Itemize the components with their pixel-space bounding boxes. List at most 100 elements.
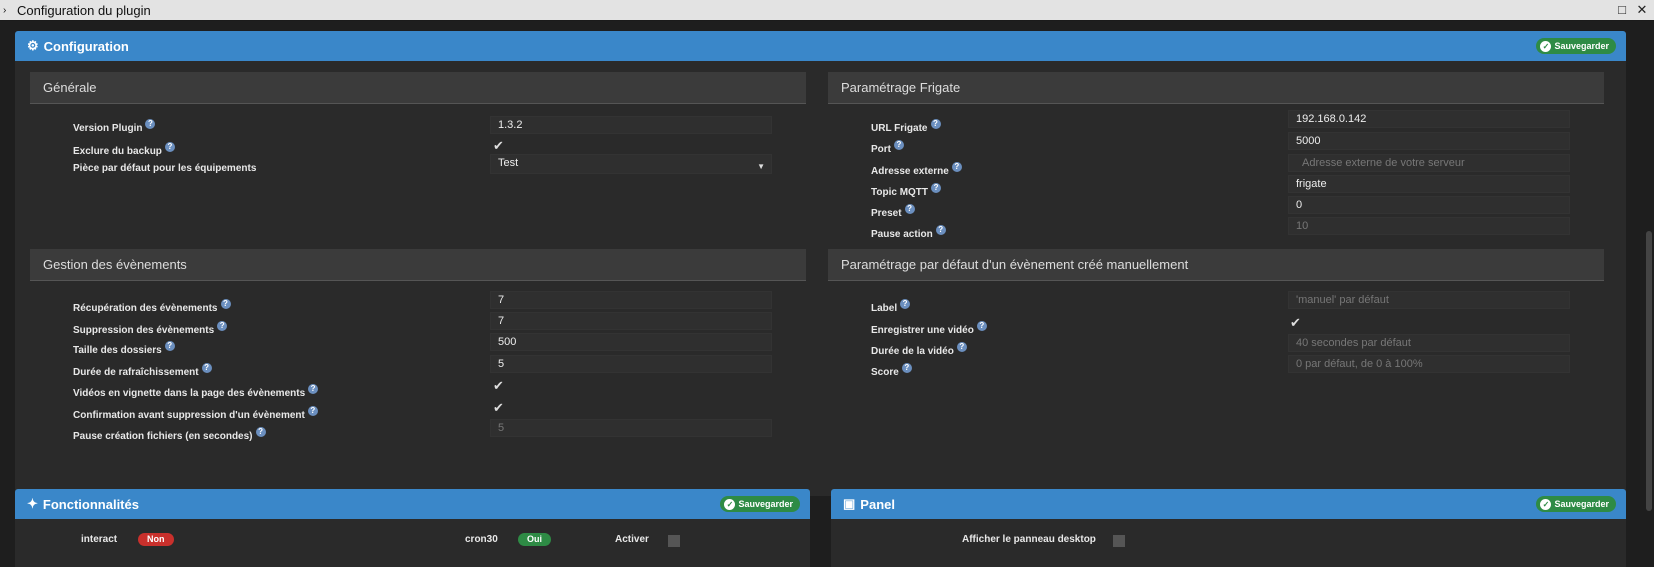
external-address-input[interactable]: Adresse externe de votre serveur bbox=[1288, 154, 1570, 172]
section-events-title: Gestion des évènements bbox=[43, 257, 187, 272]
activer-label: Activer bbox=[615, 534, 649, 545]
help-icon[interactable]: ? bbox=[307, 406, 318, 416]
topic-mqtt-label: Topic MQTT? bbox=[871, 183, 942, 198]
pause-action-label: Pause action? bbox=[871, 225, 946, 240]
features-save-button[interactable]: ✓ Sauvegarder bbox=[720, 496, 800, 512]
port-label: Port? bbox=[871, 140, 904, 155]
recup-events-input[interactable]: 7 bbox=[490, 291, 772, 309]
help-icon[interactable]: ? bbox=[894, 140, 904, 150]
section-generale-header: Générale bbox=[30, 72, 806, 104]
chevron-right-icon[interactable]: › bbox=[3, 5, 13, 16]
folder-size-input[interactable]: 500 bbox=[490, 333, 772, 351]
help-icon[interactable]: ? bbox=[935, 225, 946, 235]
desktop-panel-label: Afficher le panneau desktop bbox=[962, 534, 1096, 545]
preset-label: Preset? bbox=[871, 204, 915, 219]
video-duration-label: Durée de la vidéo? bbox=[871, 342, 967, 357]
recup-events-label: Récupération des évènements? bbox=[73, 299, 231, 314]
cron-status-badge: Oui bbox=[518, 533, 551, 546]
help-icon[interactable]: ? bbox=[201, 363, 212, 373]
scrollbar[interactable] bbox=[1646, 231, 1652, 511]
help-icon[interactable]: ? bbox=[904, 204, 915, 214]
help-icon[interactable]: ? bbox=[217, 321, 228, 331]
video-duration-input[interactable]: 40 secondes par défaut bbox=[1288, 334, 1570, 352]
help-icon[interactable]: ? bbox=[164, 341, 175, 351]
help-icon[interactable]: ? bbox=[956, 342, 967, 352]
desktop-panel-checkbox[interactable] bbox=[1113, 535, 1125, 547]
puzzle-icon: ✦ bbox=[27, 496, 38, 511]
help-icon[interactable]: ? bbox=[145, 119, 156, 129]
refresh-duration-input[interactable]: 5 bbox=[490, 355, 772, 373]
config-panel-header: ⚙ Configuration ✓ Sauvegarder bbox=[15, 31, 1626, 61]
help-icon[interactable]: ? bbox=[220, 299, 231, 309]
refresh-duration-label: Durée de rafraîchissement? bbox=[73, 363, 212, 378]
panel-panel-body bbox=[831, 519, 1626, 567]
version-label: Version Plugin? bbox=[73, 119, 156, 134]
monitor-icon: ▣ bbox=[843, 496, 856, 511]
pause-files-label: Pause création fichiers (en secondes)? bbox=[73, 427, 266, 442]
external-address-label: Adresse externe? bbox=[871, 162, 962, 177]
section-manual-title: Paramétrage par défaut d'un évènement cr… bbox=[841, 257, 1189, 272]
section-manual-header: Paramétrage par défaut d'un évènement cr… bbox=[828, 249, 1604, 281]
check-circle-icon: ✓ bbox=[1540, 498, 1552, 510]
vignette-checkbox[interactable]: ✔ bbox=[493, 378, 504, 394]
interact-status-badge: Non bbox=[138, 533, 174, 546]
section-generale-title: Générale bbox=[43, 80, 97, 95]
preset-input[interactable]: 0 bbox=[1288, 196, 1570, 214]
event-label-input[interactable]: 'manuel' par défaut bbox=[1288, 291, 1570, 309]
default-room-value: Test bbox=[498, 157, 519, 169]
help-icon[interactable]: ? bbox=[900, 299, 911, 309]
panel-save-button[interactable]: ✓ Sauvegarder bbox=[1536, 496, 1616, 512]
vignette-label: Vidéos en vignette dans la page des évèn… bbox=[73, 384, 319, 399]
section-events-header: Gestion des évènements bbox=[30, 249, 806, 281]
record-video-checkbox[interactable]: ✔ bbox=[1290, 315, 1301, 331]
port-input[interactable]: 5000 bbox=[1288, 132, 1570, 150]
panel-panel-title: Panel bbox=[860, 496, 895, 512]
version-field: 1.3.2 bbox=[490, 116, 772, 134]
features-panel-body bbox=[15, 519, 810, 567]
suppr-events-label: Suppression des évènements? bbox=[73, 321, 228, 336]
url-frigate-label: URL Frigate? bbox=[871, 119, 941, 134]
default-room-select[interactable]: Test ▼ bbox=[490, 154, 772, 174]
url-frigate-input[interactable]: 192.168.0.142 bbox=[1288, 110, 1570, 128]
main-content: ⚙ Configuration ✓ Sauvegarder Générale V… bbox=[0, 21, 1654, 567]
help-icon[interactable]: ? bbox=[976, 321, 987, 331]
default-room-label: Pièce par défaut pour les équipements bbox=[73, 163, 257, 174]
window-title: Configuration du plugin bbox=[17, 2, 151, 18]
section-frigate-header: Paramétrage Frigate bbox=[828, 72, 1604, 104]
topic-mqtt-input[interactable]: frigate bbox=[1288, 175, 1570, 193]
pause-files-input[interactable]: 5 bbox=[490, 419, 772, 437]
close-icon[interactable]: ✕ bbox=[1634, 2, 1650, 18]
features-panel-title: Fonctionnalités bbox=[42, 496, 139, 512]
check-circle-icon: ✓ bbox=[724, 498, 736, 510]
cogs-icon: ⚙ bbox=[27, 38, 39, 53]
maximize-icon[interactable]: □ bbox=[1614, 2, 1630, 18]
chevron-down-icon: ▼ bbox=[757, 162, 765, 171]
confirm-delete-label: Confirmation avant suppression d'un évèn… bbox=[73, 406, 318, 421]
panel-panel-header: ▣ Panel ✓ Sauvegarder bbox=[831, 489, 1626, 519]
features-panel-header: ✦ Fonctionnalités ✓ Sauvegarder bbox=[15, 489, 810, 519]
help-icon[interactable]: ? bbox=[255, 427, 266, 437]
window-titlebar: › Configuration du plugin □ ✕ bbox=[0, 0, 1654, 20]
folder-size-label: Taille des dossiers? bbox=[73, 341, 175, 356]
save-button[interactable]: ✓ Sauvegarder bbox=[1536, 38, 1616, 54]
section-frigate-title: Paramétrage Frigate bbox=[841, 80, 961, 95]
check-circle-icon: ✓ bbox=[1540, 40, 1552, 52]
record-video-label: Enregistrer une vidéo? bbox=[871, 321, 987, 336]
config-panel-title: Configuration bbox=[43, 38, 129, 54]
interact-label: interact bbox=[81, 534, 118, 545]
help-icon[interactable]: ? bbox=[931, 183, 942, 193]
help-icon[interactable]: ? bbox=[951, 162, 962, 172]
suppr-events-input[interactable]: 7 bbox=[490, 312, 772, 330]
help-icon[interactable]: ? bbox=[930, 119, 941, 129]
activer-checkbox[interactable] bbox=[668, 535, 680, 547]
confirm-delete-checkbox[interactable]: ✔ bbox=[493, 400, 504, 416]
help-icon[interactable]: ? bbox=[164, 142, 175, 152]
score-input[interactable]: 0 par défaut, de 0 à 100% bbox=[1288, 355, 1570, 373]
score-label: Score? bbox=[871, 363, 912, 378]
help-icon[interactable]: ? bbox=[901, 363, 912, 373]
help-icon[interactable]: ? bbox=[308, 384, 319, 394]
exclude-backup-checkbox[interactable]: ✔ bbox=[493, 138, 504, 154]
event-label-label: Label? bbox=[871, 299, 911, 314]
pause-action-input[interactable]: 10 bbox=[1288, 217, 1570, 235]
cron-label: cron30 bbox=[465, 534, 498, 545]
